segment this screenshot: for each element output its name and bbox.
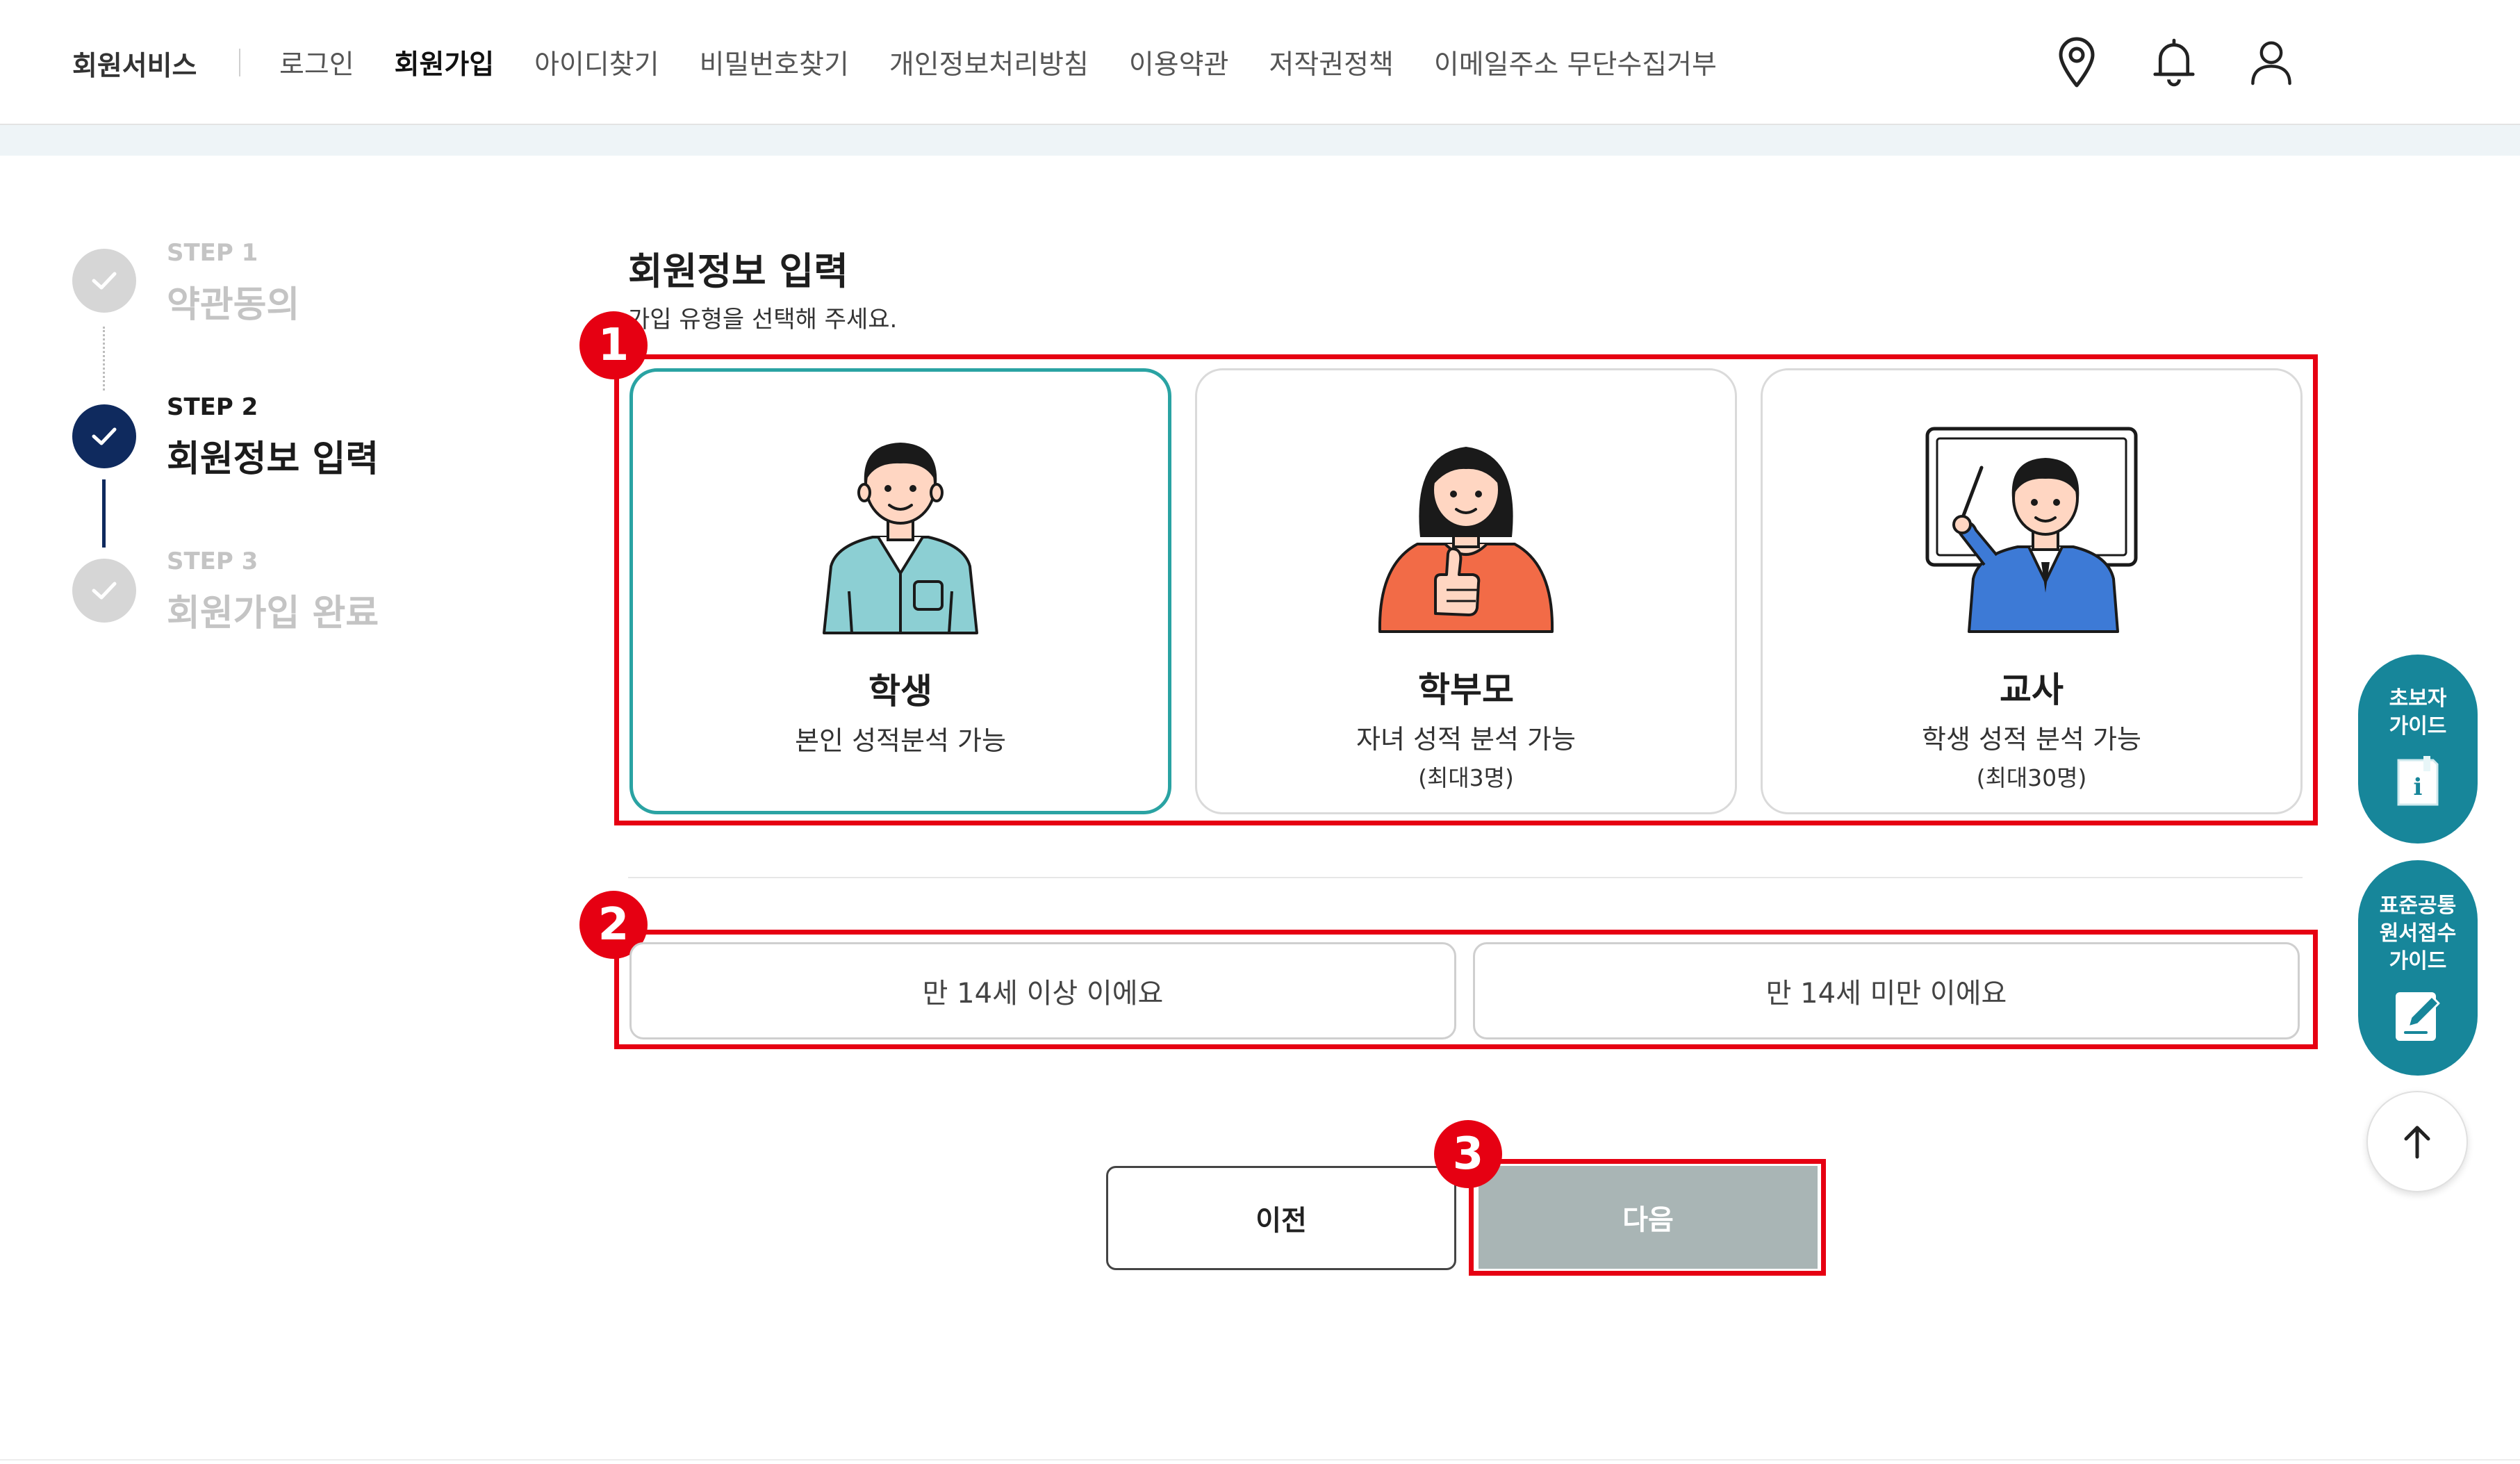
beginner-guide-label-2: 가이드 — [2389, 714, 2447, 739]
step-badge-1: 1 — [579, 311, 648, 379]
section-divider — [628, 877, 2303, 878]
step-2-number: STEP 2 — [167, 393, 258, 421]
header-sub-band — [0, 125, 2520, 156]
nav-link-email-refusal[interactable]: 이메일주소 무단수집거부 — [1434, 43, 1717, 82]
application-guide-label-2: 원서접수 — [2379, 921, 2457, 946]
step-3-label: 회원가입 완료 — [167, 593, 379, 634]
step-2-check-icon — [72, 404, 136, 468]
page-title: 회원정보 입력 — [628, 249, 848, 293]
edit-document-icon — [2358, 988, 2478, 1044]
step-1-check-icon — [72, 249, 136, 313]
card-parent-note: (최대3명) — [1418, 764, 1514, 791]
service-title: 회원서비스 — [72, 51, 197, 82]
member-type-card-student[interactable]: 학생 본인 성적분석 가능 — [629, 368, 1171, 814]
step-badge-3: 3 — [1434, 1120, 1502, 1188]
step-3-check-icon — [72, 559, 136, 623]
age-over-14-button[interactable]: 만 14세 이상 이에요 — [629, 942, 1456, 1039]
prev-button[interactable]: 이전 — [1106, 1166, 1456, 1270]
beginner-guide-button[interactable]: 초보자 가이드 i — [2358, 655, 2478, 844]
footer-divider — [0, 1459, 2520, 1461]
nav-icon-group — [2055, 35, 2293, 90]
age-under-14-button[interactable]: 만 14세 미만 이에요 — [1473, 942, 2300, 1039]
card-parent-desc: 자녀 성적 분석 가능 — [1356, 724, 1576, 755]
next-button[interactable]: 다음 — [1479, 1166, 1818, 1269]
card-teacher-title: 교사 — [2000, 670, 2064, 710]
parent-illustration — [1197, 426, 1735, 662]
application-guide-label-3: 가이드 — [2389, 949, 2447, 973]
application-guide-label-1: 표준공통 — [2379, 894, 2457, 918]
nav-link-login[interactable]: 로그인 — [279, 43, 354, 82]
teacher-illustration — [1763, 426, 2300, 662]
nav-link-privacy-policy[interactable]: 개인정보처리방침 — [889, 43, 1089, 82]
common-application-guide-button[interactable]: 표준공통 원서접수 가이드 — [2358, 860, 2478, 1076]
guide-book-icon: i — [2358, 756, 2478, 809]
step-1-label: 약관동의 — [167, 284, 300, 326]
card-student-desc: 본인 성적분석 가능 — [795, 725, 1006, 756]
svg-text:i: i — [2414, 773, 2423, 801]
student-illustration — [633, 427, 1168, 664]
card-teacher-note: (최대30명) — [1976, 764, 2087, 791]
page-subtitle: 가입 유형을 선택해 주세요. — [628, 306, 898, 334]
card-parent-title: 학부모 — [1418, 670, 1514, 710]
step-connector-2 — [102, 479, 106, 548]
member-type-card-teacher[interactable]: 교사 학생 성적 분석 가능 (최대30명) — [1761, 368, 2303, 814]
user-icon[interactable] — [2250, 35, 2293, 90]
step-connector-1 — [103, 327, 105, 390]
member-type-card-parent[interactable]: 학부모 자녀 성적 분석 가능 (최대3명) — [1195, 368, 1737, 814]
nav-link-terms[interactable]: 이용약관 — [1129, 43, 1229, 82]
step-1-number: STEP 1 — [167, 239, 258, 267]
card-student-title: 학생 — [868, 671, 932, 712]
nav-links: 로그인 회원가입 아이디찾기 비밀번호찾기 개인정보처리방침 이용약관 저작권정… — [279, 43, 1757, 82]
nav-link-find-id[interactable]: 아이디찾기 — [534, 43, 659, 82]
nav-link-find-password[interactable]: 비밀번호찾기 — [700, 43, 849, 82]
location-pin-icon[interactable] — [2055, 35, 2098, 90]
step-2-label: 회원정보 입력 — [167, 438, 379, 480]
arrow-up-icon — [2404, 1126, 2430, 1159]
scroll-to-top-button[interactable] — [2366, 1091, 2468, 1192]
nav-link-signup[interactable]: 회원가입 — [395, 43, 495, 82]
bell-icon[interactable] — [2152, 35, 2196, 90]
nav-link-copyright[interactable]: 저작권정책 — [1269, 43, 1393, 82]
card-teacher-desc: 학생 성적 분석 가능 — [1922, 724, 2141, 755]
step-3-number: STEP 3 — [167, 548, 258, 575]
beginner-guide-label-1: 초보자 — [2389, 686, 2447, 711]
top-navigation-bar: 회원서비스 로그인 회원가입 아이디찾기 비밀번호찾기 개인정보처리방침 이용약… — [0, 0, 2520, 125]
nav-divider — [239, 49, 240, 76]
